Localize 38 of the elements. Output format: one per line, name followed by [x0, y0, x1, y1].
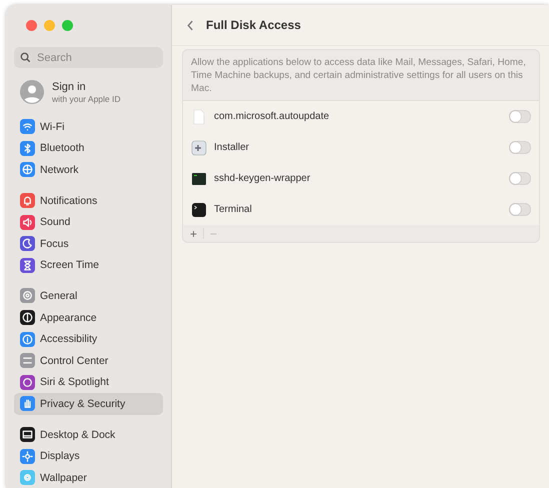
sidebar-item[interactable]: Displays — [14, 445, 163, 467]
terminal-icon — [191, 202, 207, 218]
app-name: Installer — [214, 142, 250, 153]
sidebar-item[interactable]: Wi-Fi — [14, 116, 163, 138]
app-name: com.microsoft.autoupdate — [214, 111, 330, 122]
sidebar-item[interactable]: Wallpaper — [14, 466, 163, 488]
sidebar-item[interactable]: Desktop & Dock — [14, 424, 163, 446]
sidebar-item[interactable]: Network — [14, 159, 163, 181]
toggle-switch[interactable] — [509, 172, 531, 185]
app-name: sshd-keygen-wrapper — [214, 173, 312, 184]
sidebar-item[interactable]: Bluetooth — [14, 138, 163, 160]
app-name: Terminal — [214, 204, 253, 215]
sidebar-item[interactable]: Privacy & Security — [14, 393, 163, 415]
sidebar-item[interactable]: Screen Time — [14, 254, 163, 276]
console-icon — [191, 170, 207, 186]
sidebar-item[interactable]: Control Center — [14, 350, 163, 372]
account-subtitle: with your Apple ID — [52, 94, 121, 104]
sidebar-item[interactable]: Focus — [14, 232, 163, 255]
back-chevron-icon[interactable] — [187, 20, 194, 30]
toggle-switch[interactable] — [509, 203, 531, 216]
avatar-icon[interactable] — [20, 80, 44, 104]
toggle-switch[interactable] — [509, 141, 531, 154]
sidebar-item[interactable]: Appearance — [14, 306, 163, 328]
search-field[interactable]: Search — [14, 47, 163, 68]
toggle-switch[interactable] — [509, 110, 531, 123]
close-button[interactable] — [26, 20, 37, 31]
minimize-button[interactable] — [44, 20, 55, 31]
sidebar-item[interactable]: Accessibility — [14, 328, 163, 350]
document-icon — [191, 108, 207, 124]
add-button[interactable]: + — [186, 226, 202, 240]
sign-in-link[interactable]: Sign in — [52, 80, 121, 92]
package-icon — [191, 140, 207, 156]
sidebar-item[interactable]: Notifications — [14, 190, 163, 212]
sidebar-item[interactable]: Siri & Spotlight — [14, 372, 163, 394]
sidebar-item[interactable]: Sound — [14, 211, 163, 233]
page-title: Full Disk Access — [206, 18, 301, 32]
sidebar-item[interactable]: General — [14, 285, 163, 307]
zoom-button[interactable] — [62, 20, 73, 31]
